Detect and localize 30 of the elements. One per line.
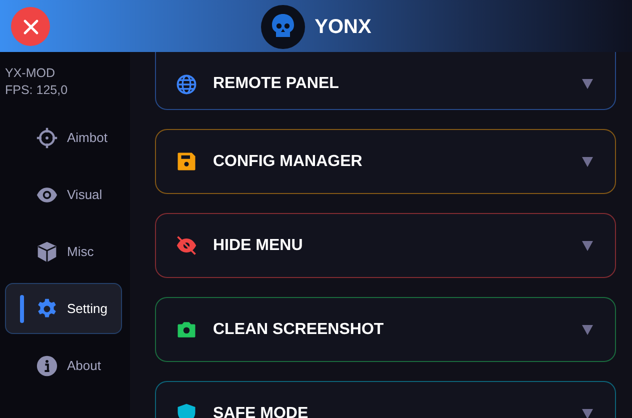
caret-icon xyxy=(582,324,593,334)
settings-panel[interactable]: SAFE MODE xyxy=(155,381,616,418)
sidebar-item[interactable]: Aimbot xyxy=(5,112,122,163)
crosshair-icon xyxy=(36,126,58,148)
cube-icon xyxy=(36,240,58,262)
skull-logo-icon xyxy=(260,5,305,49)
sidebar-item[interactable]: Misc xyxy=(5,226,122,277)
settings-panel[interactable]: CLEAN SCREENSHOT xyxy=(155,297,616,362)
caret-icon xyxy=(582,156,593,166)
caret-icon xyxy=(582,79,593,89)
status-text: FPS: 125,0 xyxy=(5,83,69,97)
settings-panel[interactable]: CONFIG MANAGER xyxy=(155,129,616,194)
settings-panel[interactable]: REMOTE PANEL xyxy=(155,52,616,110)
app-title: YONX xyxy=(314,16,372,38)
globe-icon xyxy=(176,74,197,94)
status-text: YX-MOD xyxy=(5,66,56,80)
caret-icon xyxy=(582,240,593,250)
info-icon xyxy=(36,354,58,376)
selection-indicator xyxy=(20,295,24,323)
settings-icon xyxy=(36,298,58,320)
camera-icon xyxy=(176,319,197,340)
close-icon xyxy=(22,18,38,34)
shield-icon xyxy=(176,403,197,418)
close-button[interactable] xyxy=(11,7,50,46)
eye-slash-icon xyxy=(176,235,197,256)
sidebar-item[interactable]: About xyxy=(5,340,122,391)
settings-panel[interactable]: HIDE MENU xyxy=(155,213,616,278)
caret-icon xyxy=(582,408,593,418)
sidebar-item[interactable]: Setting xyxy=(5,283,122,334)
sidebar-item[interactable]: Visual xyxy=(5,169,122,220)
